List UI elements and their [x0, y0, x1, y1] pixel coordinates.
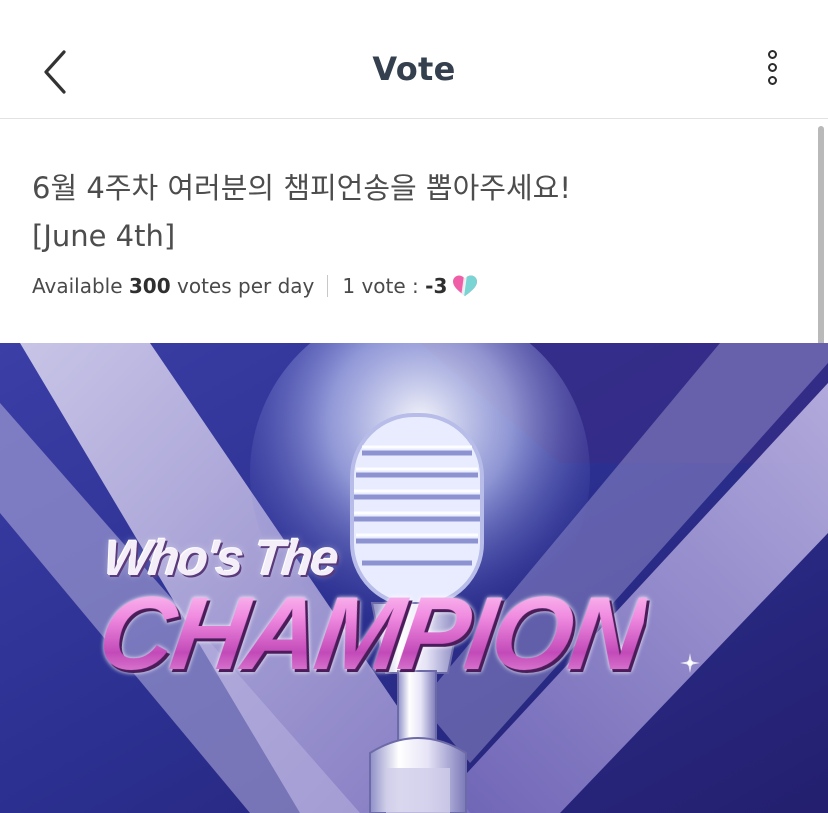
vote-title: 6월 4주차 여러분의 챔피언송을 뽑아주세요! [June 4th]: [32, 164, 772, 260]
page-title: Vote: [372, 50, 456, 88]
vote-title-line2: [June 4th]: [32, 219, 176, 253]
champion-banner[interactable]: Who's The CHAMPION: [0, 343, 828, 813]
heart-icon: [453, 275, 478, 296]
vote-page: Vote 6월 4주차 여러분의 챔피언송을 뽑아주세요! [June 4th]…: [0, 0, 828, 813]
available-prefix: Available: [32, 274, 123, 298]
meta-divider: [327, 275, 329, 297]
more-options-button[interactable]: [754, 50, 790, 96]
cost-prefix: 1 vote :: [342, 274, 419, 298]
available-count: 300: [128, 274, 171, 298]
vote-meta: Available 300 votes per day 1 vote : -3: [32, 274, 478, 298]
app-header: Vote: [0, 0, 828, 119]
banner-text-champion: CHAMPION: [91, 576, 651, 692]
more-vertical-icon: [754, 50, 790, 85]
available-suffix: votes per day: [177, 274, 315, 298]
cost-value: -3: [425, 274, 448, 298]
vote-title-line1: 6월 4주차 여러분의 챔피언송을 뽑아주세요!: [32, 171, 571, 205]
